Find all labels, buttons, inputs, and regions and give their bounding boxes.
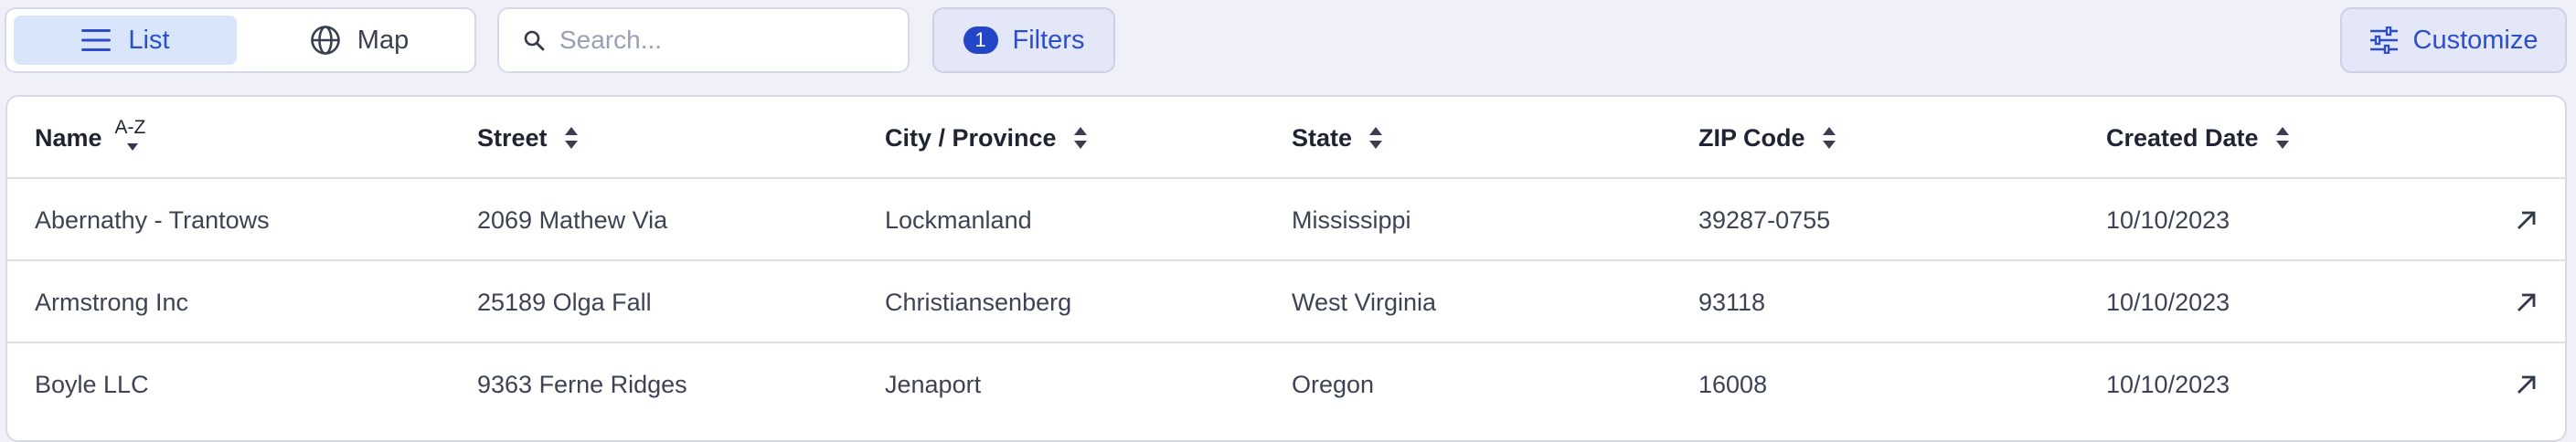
cell-name: Armstrong Inc xyxy=(35,288,189,316)
filters-label: Filters xyxy=(1012,25,1085,55)
arrow-up-right-icon xyxy=(2517,375,2536,394)
filters-count-badge: 1 xyxy=(963,26,998,54)
search-box xyxy=(497,7,910,73)
sort-icon[interactable] xyxy=(1073,126,1088,150)
column-header-label: Created Date xyxy=(2106,123,2259,152)
cell-state: Oregon xyxy=(1292,370,1375,398)
cell-state: Mississippi xyxy=(1292,205,1411,234)
cell-zip: 16008 xyxy=(1698,370,1768,398)
table-header-row: Name A-Z Street City / Province State ZI… xyxy=(7,97,2565,179)
cell-state: West Virginia xyxy=(1292,288,1437,316)
sort-icon[interactable] xyxy=(1822,126,1836,150)
cell-created-date: 10/10/2023 xyxy=(2106,288,2230,316)
map-view-label: Map xyxy=(357,25,410,55)
sort-icon[interactable] xyxy=(1368,126,1383,150)
cell-city: Lockmanland xyxy=(885,205,1032,234)
toolbar: List Map 1 Filters Custo xyxy=(0,0,2576,91)
sliders-icon xyxy=(2369,26,2398,54)
sort-az-indicator[interactable]: A-Z xyxy=(115,115,152,161)
column-header-label: Street xyxy=(477,123,548,152)
column-header-label: City / Province xyxy=(885,123,1057,152)
arrow-up-right-icon xyxy=(2517,293,2536,311)
list-view-label: List xyxy=(128,25,170,55)
cell-city: Jenaport xyxy=(885,370,982,398)
view-toggle: List Map xyxy=(5,7,476,73)
cell-street: 25189 Olga Fall xyxy=(477,288,652,316)
cell-name: Abernathy - Trantows xyxy=(35,205,270,234)
cell-created-date: 10/10/2023 xyxy=(2106,370,2230,398)
column-header-state[interactable]: State xyxy=(1292,97,1383,179)
sort-icon[interactable] xyxy=(564,126,579,150)
cell-street: 9363 Ferne Ridges xyxy=(477,370,687,398)
sort-icon[interactable] xyxy=(2275,126,2290,150)
list-view-button[interactable]: List xyxy=(14,16,237,65)
open-record-button[interactable] xyxy=(2516,343,2538,426)
filters-button[interactable]: 1 Filters xyxy=(932,7,1115,73)
list-icon xyxy=(81,29,112,51)
column-header-name[interactable]: Name A-Z xyxy=(35,97,152,179)
table-row[interactable]: Armstrong Inc 25189 Olga Fall Christians… xyxy=(7,261,2565,343)
column-header-created-date[interactable]: Created Date xyxy=(2106,97,2290,179)
cell-zip: 93118 xyxy=(1698,288,1766,316)
column-header-label: State xyxy=(1292,123,1353,152)
map-view-button[interactable]: Map xyxy=(248,16,471,65)
column-header-city[interactable]: City / Province xyxy=(885,97,1088,179)
arrow-up-right-icon xyxy=(2517,211,2536,229)
cell-street: 2069 Mathew Via xyxy=(477,205,668,234)
cell-city: Christiansenberg xyxy=(885,288,1072,316)
open-record-button[interactable] xyxy=(2516,261,2538,343)
search-input[interactable] xyxy=(559,26,889,55)
sort-down-icon xyxy=(126,143,138,151)
column-header-label: Name xyxy=(35,123,102,152)
data-table: Name A-Z Street City / Province State ZI… xyxy=(5,95,2567,442)
sort-az-label: A-Z xyxy=(114,117,146,138)
table-row[interactable]: Abernathy - Trantows 2069 Mathew Via Loc… xyxy=(7,179,2565,261)
cell-zip: 39287-0755 xyxy=(1698,205,1831,234)
column-header-zip[interactable]: ZIP Code xyxy=(1698,97,1836,179)
customize-label: Customize xyxy=(2412,25,2539,55)
cell-name: Boyle LLC xyxy=(35,370,149,398)
column-header-label: ZIP Code xyxy=(1698,123,1805,152)
table-row[interactable]: Boyle LLC 9363 Ferne Ridges Jenaport Ore… xyxy=(7,343,2565,426)
open-record-button[interactable] xyxy=(2516,179,2538,261)
cell-created-date: 10/10/2023 xyxy=(2106,205,2230,234)
customize-button[interactable]: Customize xyxy=(2340,7,2567,73)
column-header-street[interactable]: Street xyxy=(477,97,579,179)
globe-icon xyxy=(310,26,340,55)
search-icon xyxy=(524,30,545,51)
